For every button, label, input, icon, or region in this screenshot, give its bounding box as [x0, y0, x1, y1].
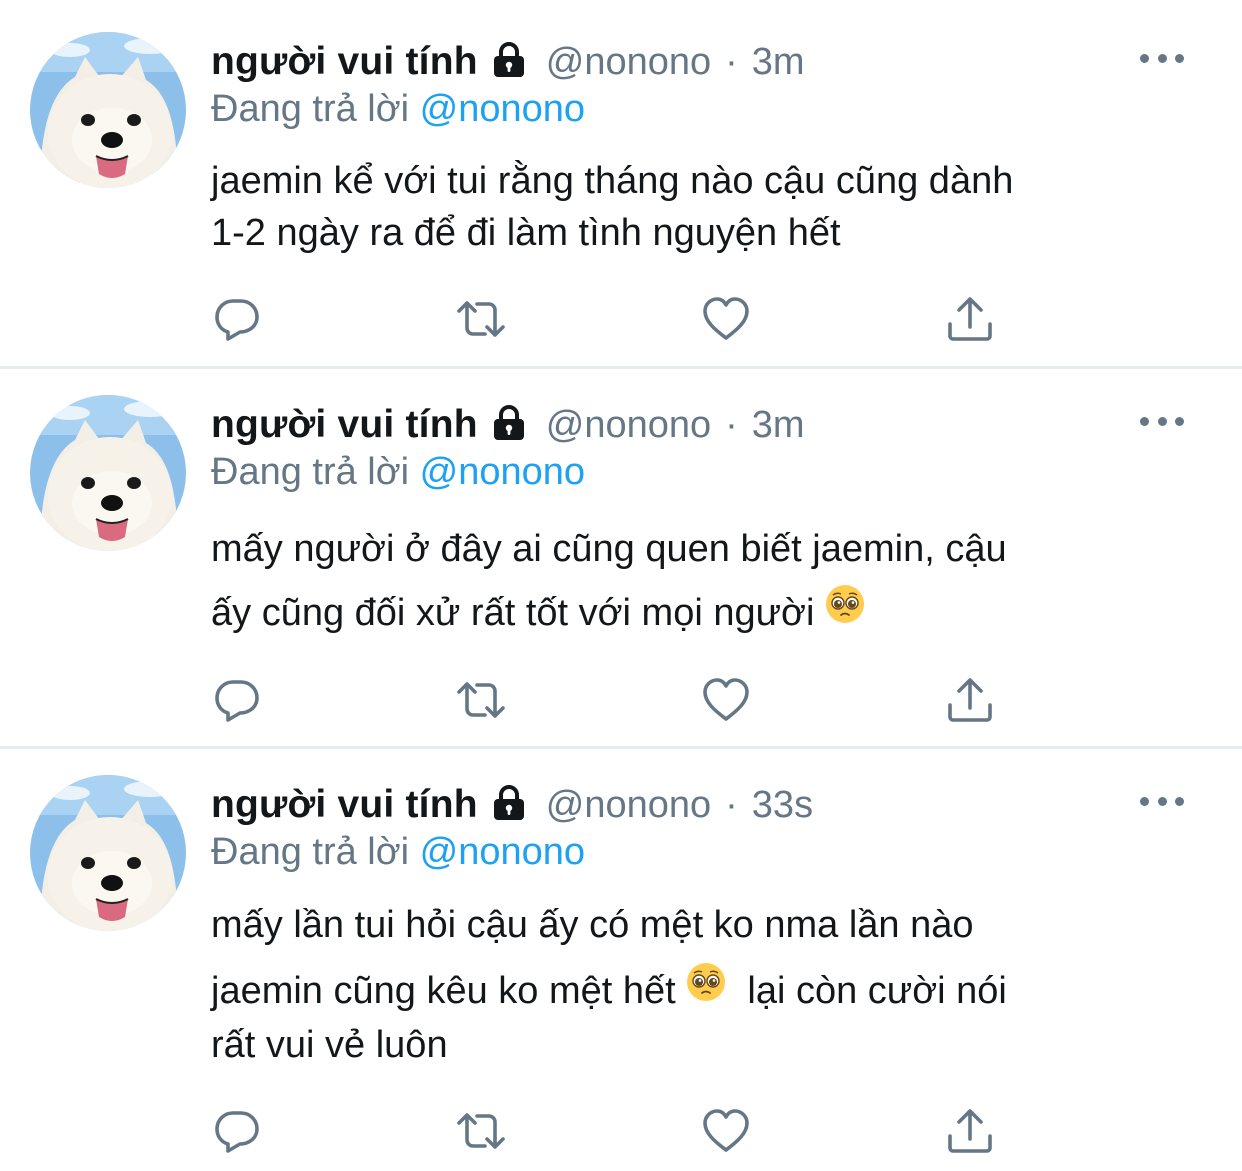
user-handle[interactable]: @nonono — [546, 404, 711, 447]
display-name[interactable]: người vui tính — [211, 40, 478, 84]
retweet-icon[interactable] — [456, 675, 506, 725]
display-name[interactable]: người vui tính — [211, 783, 478, 827]
pleading-face-emoji — [686, 960, 726, 1020]
share-icon[interactable] — [945, 294, 995, 344]
pleading-face-emoji — [825, 580, 865, 644]
tweet-text: mấy lần tui hỏi cậu ấy có mệt ko nma lần… — [211, 895, 1171, 1075]
tweet-text-line: 1-2 ngày ra để đi làm tình nguyện hết — [211, 212, 841, 254]
tweet-header: người vui tính @nonono · 33s — [211, 777, 813, 833]
replying-to: Đang trả lời @nonono — [211, 88, 585, 131]
tweet-text-line: mấy lần tui hỏi cậu ấy có mệt ko nma lần… — [211, 904, 974, 946]
replying-to: Đang trả lời @nonono — [211, 451, 585, 494]
timestamp[interactable]: 3m — [752, 404, 805, 447]
action-bar — [0, 294, 1242, 344]
tweet-text-line: jaemin cũng kêu ko mệt hết lại còn cười … — [211, 961, 1171, 1021]
replying-prefix: Đang trả lời — [211, 88, 410, 130]
tweet-text: jaemin kể với tui rằng tháng nào cậu cũn… — [211, 155, 1171, 259]
avatar[interactable] — [30, 395, 186, 551]
retweet-icon[interactable] — [456, 294, 506, 344]
timestamp[interactable]: 3m — [752, 41, 805, 84]
like-icon[interactable] — [701, 1106, 751, 1156]
more-icon[interactable] — [1140, 48, 1184, 68]
mention-link[interactable]: @nonono — [420, 451, 585, 493]
share-icon[interactable] — [945, 675, 995, 725]
replying-prefix: Đang trả lời — [211, 831, 410, 873]
action-bar — [0, 675, 1242, 725]
reply-icon[interactable] — [212, 294, 262, 344]
tweet-text-line: jaemin kể với tui rằng tháng nào cậu cũn… — [211, 160, 1014, 202]
timestamp[interactable]: 33s — [752, 784, 813, 827]
avatar[interactable] — [30, 775, 186, 931]
display-name[interactable]: người vui tính — [211, 403, 478, 447]
mention-link[interactable]: @nonono — [420, 88, 585, 130]
more-icon[interactable] — [1140, 411, 1184, 431]
separator-dot: · — [725, 783, 738, 826]
tweet-text-line: rất vui vẻ luôn — [211, 1024, 448, 1066]
avatar[interactable] — [30, 32, 186, 188]
tweet-header: người vui tính @nonono · 3m — [211, 34, 805, 90]
retweet-icon[interactable] — [456, 1106, 506, 1156]
tweet-header: người vui tính @nonono · 3m — [211, 397, 805, 453]
tweet-text-line: ấy cũng đối xử rất tốt với mọi người — [211, 581, 1171, 645]
reply-icon[interactable] — [212, 675, 262, 725]
like-icon[interactable] — [701, 675, 751, 725]
separator-dot: · — [725, 40, 738, 83]
tweet-text: mấy người ở đây ai cũng quen biết jaemin… — [211, 517, 1171, 645]
action-bar — [0, 1106, 1242, 1156]
lock-icon — [490, 41, 528, 84]
like-icon[interactable] — [701, 294, 751, 344]
tweet-text-line: mấy người ở đây ai cũng quen biết jaemin… — [211, 528, 1007, 570]
tweet[interactable]: người vui tính @nonono · 33s Đang trả lờ… — [0, 749, 1242, 1171]
tweet[interactable]: người vui tính @nonono · 3m Đang trả lời… — [0, 369, 1242, 746]
user-handle[interactable]: @nonono — [546, 41, 711, 84]
lock-icon — [490, 784, 528, 827]
lock-icon — [490, 404, 528, 447]
replying-to: Đang trả lời @nonono — [211, 831, 585, 874]
share-icon[interactable] — [945, 1106, 995, 1156]
more-icon[interactable] — [1140, 791, 1184, 811]
user-handle[interactable]: @nonono — [546, 784, 711, 827]
mention-link[interactable]: @nonono — [420, 831, 585, 873]
tweet[interactable]: người vui tính @nonono · 3m Đang trả lời… — [0, 0, 1242, 366]
separator-dot: · — [725, 403, 738, 446]
reply-icon[interactable] — [212, 1106, 262, 1156]
replying-prefix: Đang trả lời — [211, 451, 410, 493]
